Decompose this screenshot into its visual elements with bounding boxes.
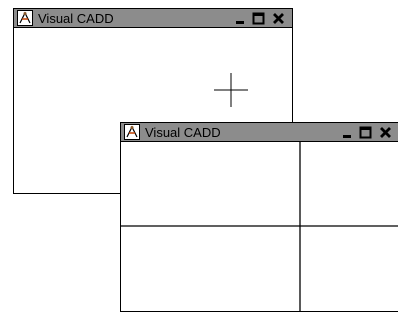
minimize-icon[interactable] [234,12,247,25]
drawing-canvas[interactable] [121,142,398,316]
visual-cadd-app-icon[interactable] [124,124,140,140]
close-icon[interactable] [379,126,392,139]
close-icon[interactable] [272,12,285,25]
cadd-window-front[interactable]: Visual CADD [120,122,398,316]
window-title: Visual CADD [145,125,221,140]
titlebar[interactable]: Visual CADD [14,9,292,28]
titlebar[interactable]: Visual CADD [121,123,398,142]
maximize-icon[interactable] [359,126,372,139]
minimize-icon[interactable] [341,126,354,139]
window-title: Visual CADD [38,11,114,26]
visual-cadd-app-icon[interactable] [17,10,33,26]
maximize-icon[interactable] [252,12,265,25]
crosshair-cursor-icon [121,142,398,316]
